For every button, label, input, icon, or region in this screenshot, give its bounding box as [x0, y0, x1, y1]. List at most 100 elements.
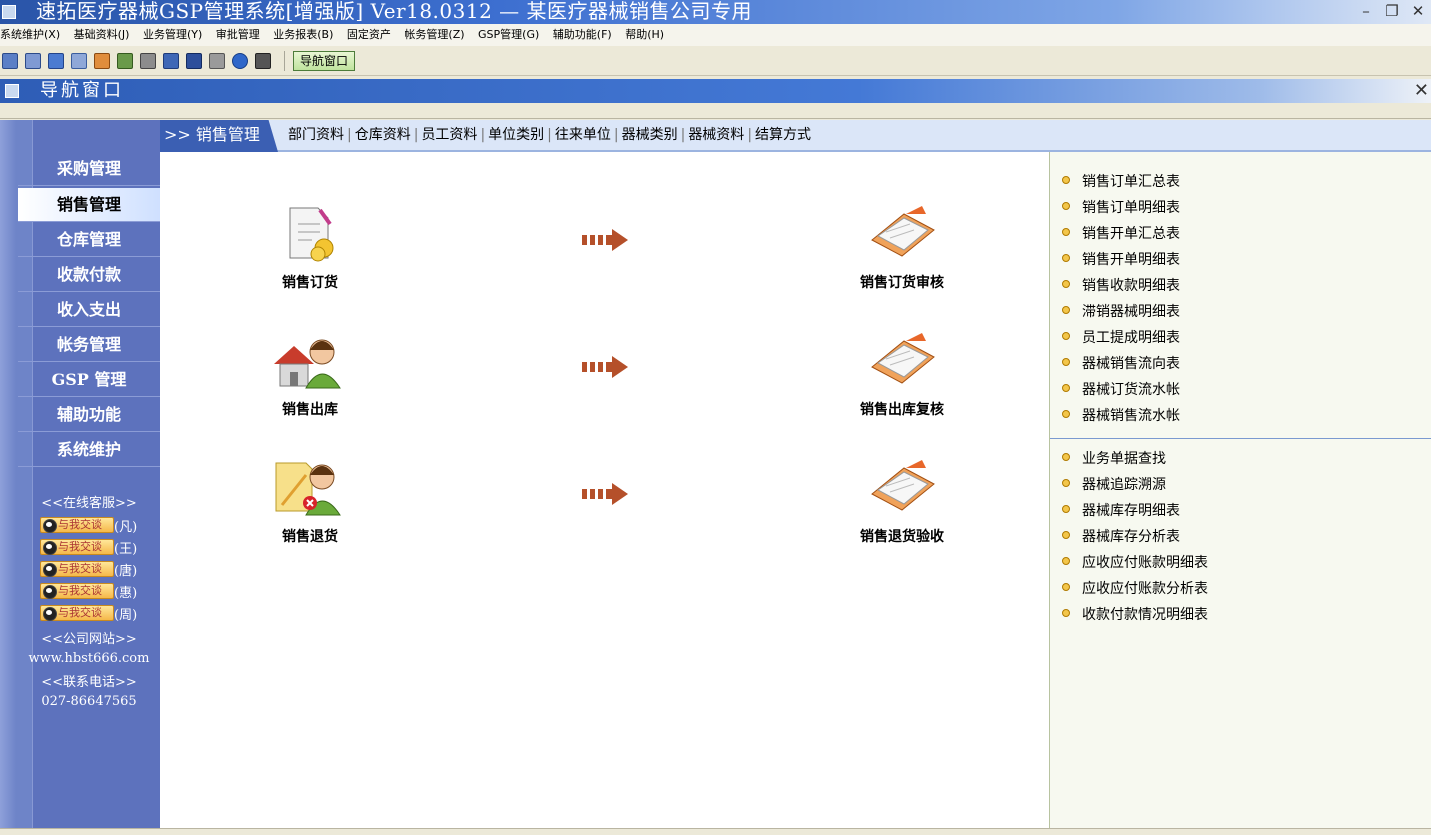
qq-contact[interactable]: 与我交谈 (王) — [40, 538, 138, 557]
qq-contact-name: (惠) — [114, 585, 138, 601]
sidebar-item-income-expense[interactable]: 收入支出 — [18, 293, 160, 327]
report-link[interactable]: 销售收款明细表 — [1062, 273, 1180, 299]
report-link[interactable]: 器械追踪溯源 — [1062, 472, 1166, 498]
flow-sales-return[interactable]: 销售退货 — [240, 526, 380, 546]
basic-data-links: 部门资料 | 仓库资料 | 员工资料 | 单位类别 | 往来单位 | 器械类别 | 器械资料 | 结算方式 — [288, 127, 812, 143]
save-icon[interactable] — [186, 52, 202, 69]
sales-return-icon[interactable] — [272, 457, 346, 517]
sales-outbound-icon[interactable] — [272, 330, 346, 390]
menu-reports[interactable]: 业务报表(B) — [273, 28, 333, 41]
current-module-tab[interactable]: >> 销售管理 — [160, 120, 278, 152]
qq-chat-button[interactable]: 与我交谈 — [40, 517, 114, 533]
chat-alt-icon[interactable] — [94, 52, 110, 69]
sidebar-item-accounting[interactable]: 帐务管理 — [18, 328, 160, 362]
flow-sales-order[interactable]: 销售订货 — [240, 272, 380, 292]
report-link[interactable]: 销售订单汇总表 — [1062, 169, 1180, 195]
sidebar-item-system[interactable]: 系统维护 — [18, 433, 160, 467]
report-link[interactable]: 应收应付账款分析表 — [1062, 576, 1208, 602]
help-icon[interactable] — [232, 52, 248, 69]
link-device-data[interactable]: 器械资料 — [688, 127, 744, 143]
order-review-icon[interactable] — [866, 206, 938, 262]
qq-chat-button[interactable]: 与我交谈 — [40, 605, 114, 621]
tools-icon[interactable] — [117, 52, 133, 69]
flow-return-inspection[interactable]: 销售退货验收 — [832, 526, 972, 546]
phone-title: <<联系电话>> — [41, 675, 137, 690]
qq-contact-name: (唐) — [114, 563, 138, 579]
sidebar-item-warehouse[interactable]: 仓库管理 — [18, 223, 160, 257]
qq-chat-button[interactable]: 与我交谈 — [40, 583, 114, 599]
qq-chat-button[interactable]: 与我交谈 — [40, 561, 114, 577]
menu-gsp[interactable]: GSP管理(G) — [478, 28, 539, 41]
website-title: <<公司网站>> — [41, 632, 137, 647]
link-settlement[interactable]: 结算方式 — [755, 127, 811, 143]
restore-button[interactable]: ❐ — [1383, 2, 1401, 20]
flow-arrow-icon — [582, 229, 628, 251]
link-partners[interactable]: 往来单位 — [555, 127, 611, 143]
sidebar-item-sales[interactable]: 销售管理 — [18, 188, 160, 222]
qq-contact-name: (王) — [114, 541, 138, 557]
sidebar-item-payments[interactable]: 收款付款 — [18, 258, 160, 292]
report-link[interactable]: 销售开单汇总表 — [1062, 221, 1180, 247]
report-link[interactable]: 收款付款情况明细表 — [1062, 602, 1208, 628]
report-link[interactable]: 销售订单明细表 — [1062, 195, 1180, 221]
link-employee[interactable]: 员工资料 — [421, 127, 477, 143]
report-link[interactable]: 应收应付账款明细表 — [1062, 550, 1208, 576]
menu-system[interactable]: 系统维护(X) — [0, 28, 60, 41]
reports-panel: 销售订单汇总表 销售订单明细表 销售开单汇总表 销售开单明细表 销售收款明细表 … — [1049, 152, 1431, 828]
sidebar-item-tools[interactable]: 辅助功能 — [18, 398, 160, 432]
export-icon[interactable] — [140, 52, 156, 69]
report-link[interactable]: 器械销售流向表 — [1062, 351, 1180, 377]
menu-business[interactable]: 业务管理(Y) — [143, 28, 202, 41]
qq-contact[interactable]: 与我交谈 (唐) — [40, 560, 138, 579]
website-link[interactable]: www.hbst666.com — [18, 651, 160, 666]
child-close-button[interactable]: ✕ — [1414, 79, 1429, 103]
list-icon[interactable] — [25, 52, 41, 69]
print-icon[interactable] — [209, 52, 225, 69]
menu-help[interactable]: 帮助(H) — [625, 28, 664, 41]
outbound-review-icon[interactable] — [866, 333, 938, 389]
sales-order-icon[interactable] — [280, 204, 340, 264]
menu-approval[interactable]: 审批管理 — [216, 28, 260, 41]
window-icon[interactable] — [48, 52, 64, 69]
app-icon[interactable] — [2, 5, 16, 19]
report-link[interactable]: 器械销售流水帐 — [1062, 403, 1180, 429]
report-link[interactable]: 滞销器械明细表 — [1062, 299, 1180, 325]
report-link[interactable]: 销售开单明细表 — [1062, 247, 1180, 273]
flow-order-review[interactable]: 销售订货审核 — [832, 272, 972, 292]
report-link[interactable]: 员工提成明细表 — [1062, 325, 1180, 351]
chat-icon[interactable] — [71, 52, 87, 69]
qq-contact[interactable]: 与我交谈 (凡) — [40, 516, 137, 535]
qq-contact[interactable]: 与我交谈 (周) — [40, 604, 137, 623]
table-icon[interactable] — [2, 52, 18, 69]
module-tab-header: >> 销售管理 部门资料 | 仓库资料 | 员工资料 | 单位类别 | 往来单位 | 器械类别 | 器械… — [160, 120, 1431, 152]
sidebar-item-purchase[interactable]: 采购管理 — [18, 152, 160, 186]
flow-sales-outbound[interactable]: 销售出库 — [240, 399, 380, 419]
toolbar-separator — [284, 50, 285, 71]
menu-basic-data[interactable]: 基础资料(J) — [74, 28, 130, 41]
link-unit-category[interactable]: 单位类别 — [488, 127, 544, 143]
minimize-button[interactable]: – — [1357, 2, 1375, 20]
menu-tools[interactable]: 辅助功能(F) — [553, 28, 612, 41]
flow-arrow-icon — [582, 483, 628, 505]
menu-accounting[interactable]: 帐务管理(Z) — [404, 28, 464, 41]
link-warehouse[interactable]: 仓库资料 — [355, 127, 411, 143]
flow-outbound-review[interactable]: 销售出库复核 — [832, 399, 972, 419]
report-link[interactable]: 业务单据查找 — [1062, 446, 1166, 472]
report-link[interactable]: 器械订货流水帐 — [1062, 377, 1180, 403]
sidebar: 采购管理 销售管理 仓库管理 收款付款 收入支出 帐务管理 GSP 管理 辅助功… — [0, 120, 160, 828]
qq-chat-button[interactable]: 与我交谈 — [40, 539, 114, 555]
link-department[interactable]: 部门资料 — [288, 127, 344, 143]
return-inspection-icon[interactable] — [866, 460, 938, 516]
sidebar-item-gsp[interactable]: GSP 管理 — [18, 363, 160, 397]
exit-icon[interactable] — [255, 52, 271, 69]
reports-divider — [1050, 438, 1431, 439]
close-button[interactable]: ✕ — [1409, 2, 1427, 20]
menu-fixed-assets[interactable]: 固定资产 — [347, 28, 391, 41]
qq-contact[interactable]: 与我交谈 (惠) — [40, 582, 138, 601]
image-icon[interactable] — [163, 52, 179, 69]
report-link[interactable]: 器械库存分析表 — [1062, 524, 1180, 550]
toolbar: 导航窗口 — [0, 46, 1431, 76]
link-device-category[interactable]: 器械类别 — [622, 127, 678, 143]
nav-window-button[interactable]: 导航窗口 — [293, 50, 356, 71]
report-link[interactable]: 器械库存明细表 — [1062, 498, 1180, 524]
